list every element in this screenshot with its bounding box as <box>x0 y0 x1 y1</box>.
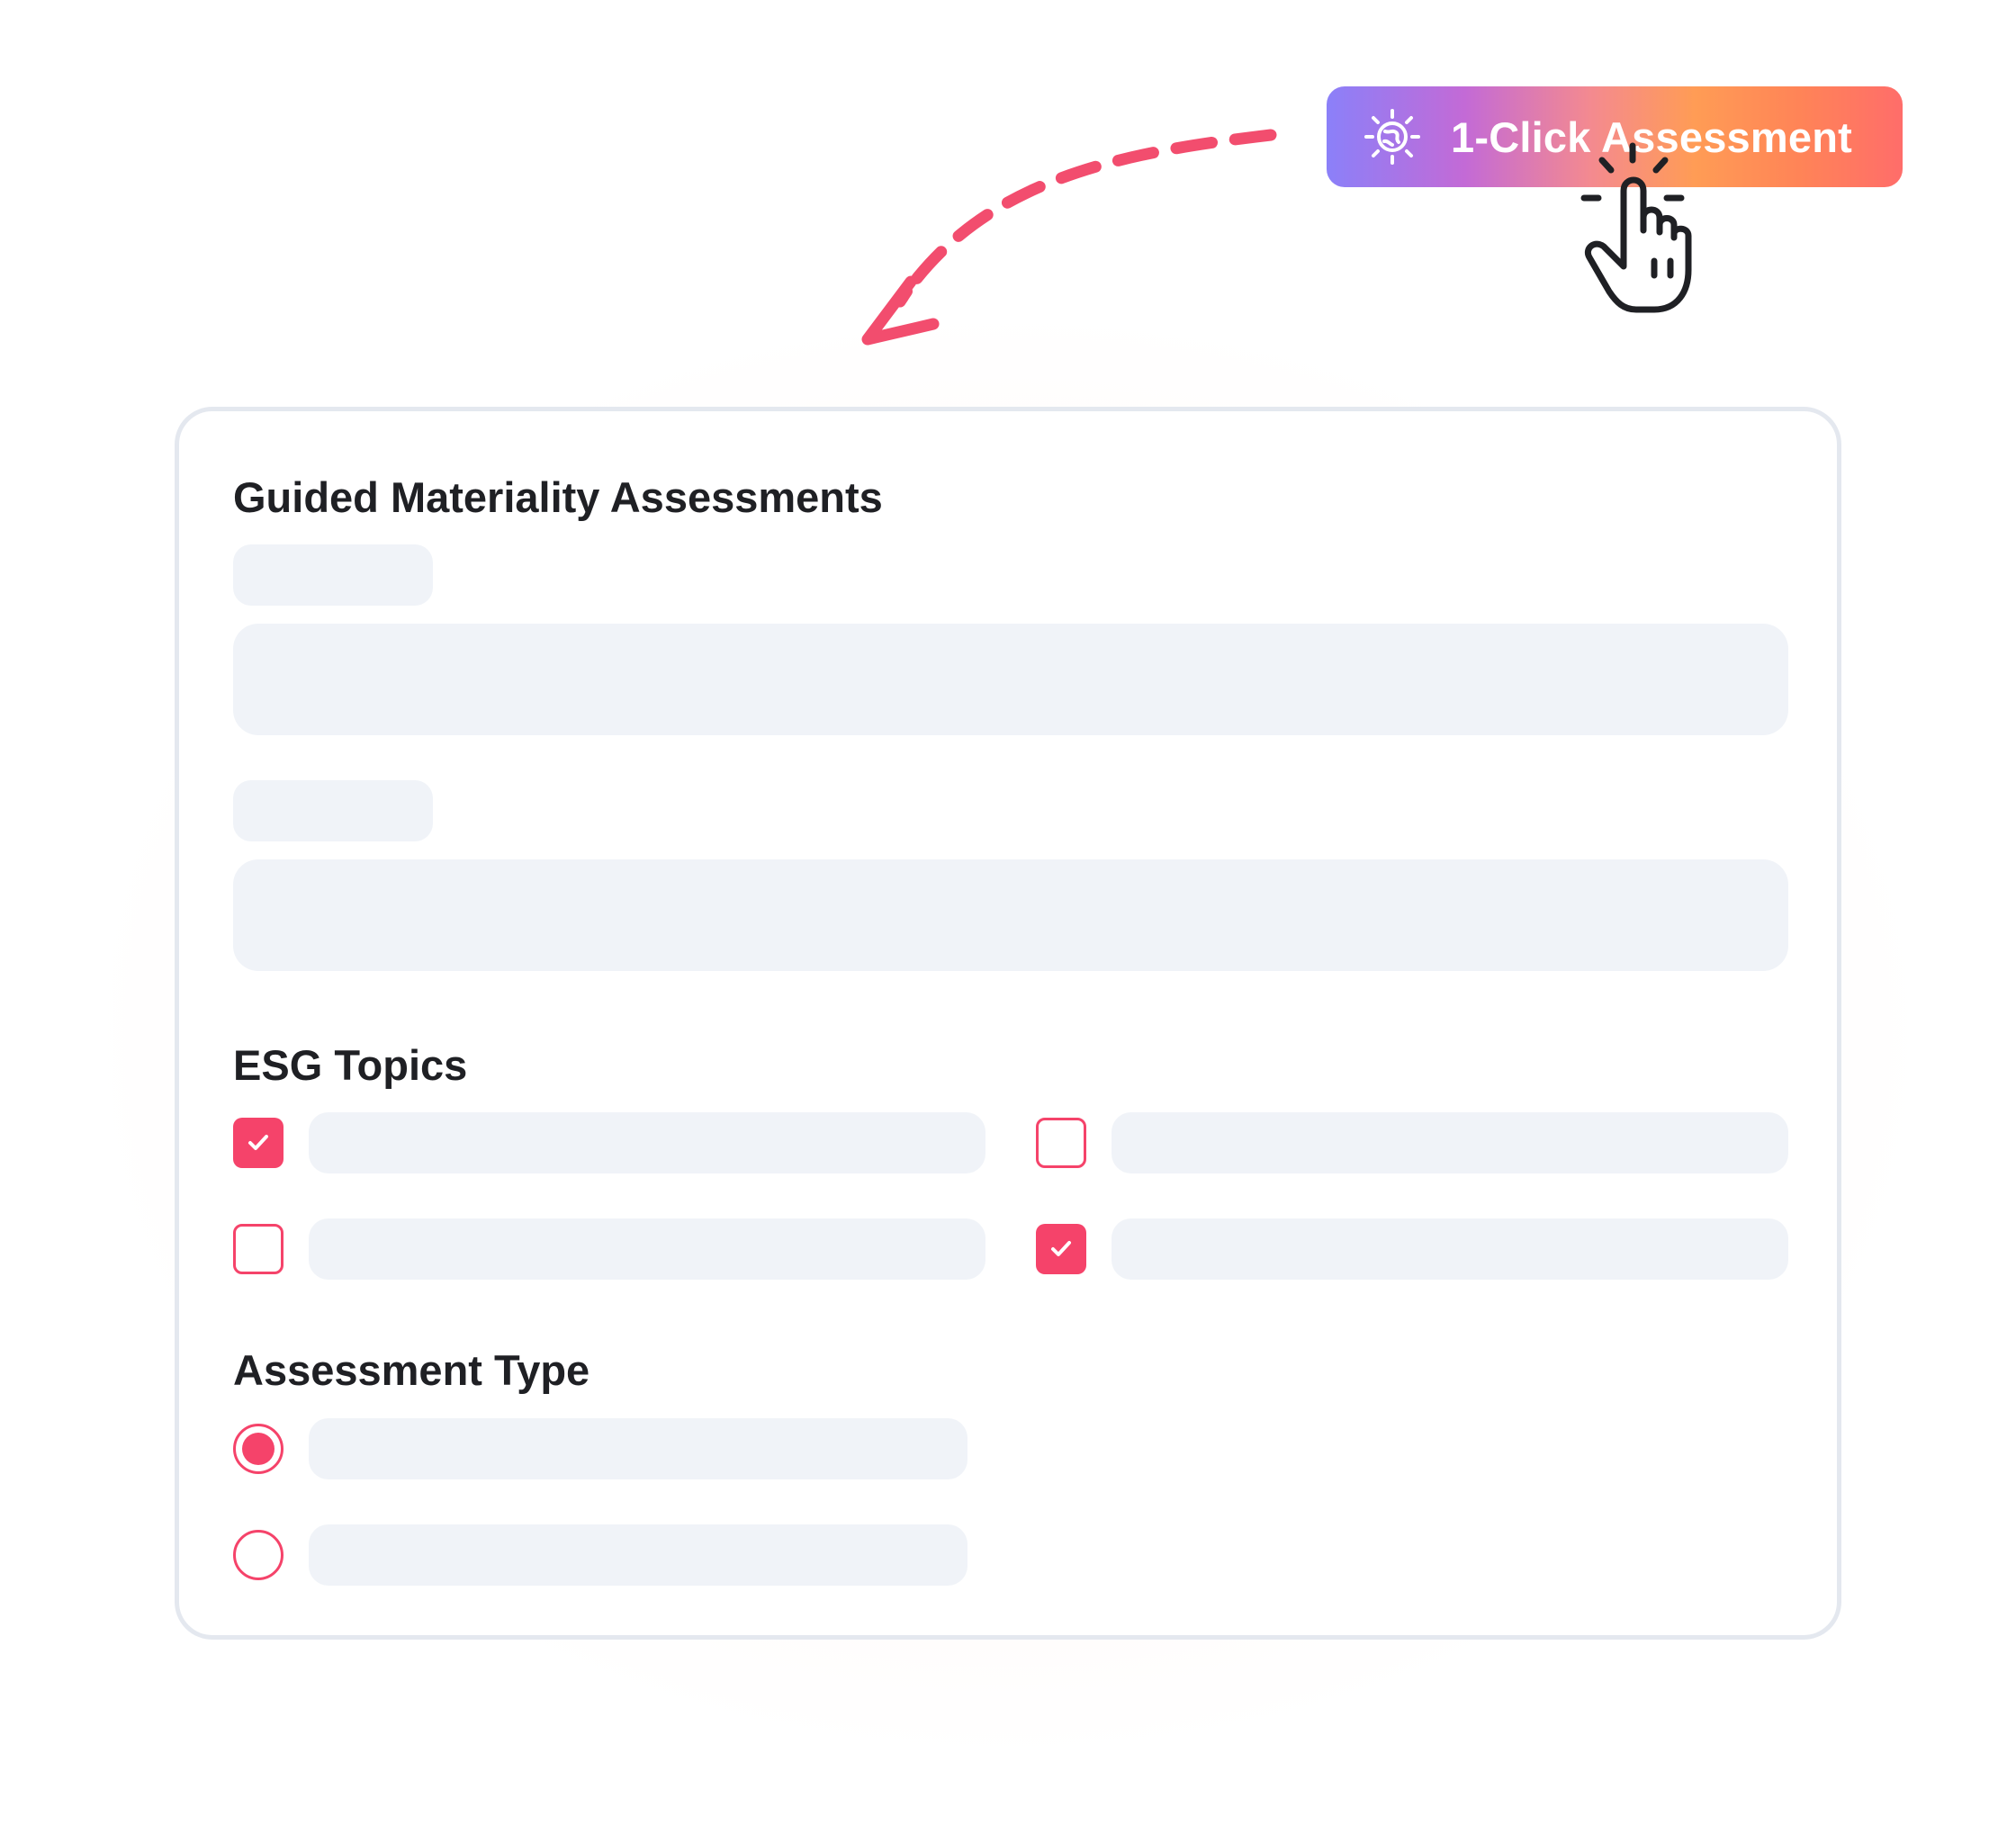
sparkle-globe-icon <box>1364 109 1420 165</box>
field-label-placeholder <box>233 544 433 606</box>
esg-topic-label-placeholder <box>309 1112 986 1173</box>
assessment-type-label-placeholder <box>309 1524 968 1586</box>
checkmark-icon <box>248 1135 268 1150</box>
esg-topic-label-placeholder <box>1112 1218 1788 1280</box>
esg-topic-label-placeholder <box>1112 1112 1788 1173</box>
field-label-placeholder <box>233 780 433 841</box>
text-field-placeholder[interactable] <box>233 859 1788 971</box>
esg-topic-checkbox[interactable] <box>1036 1118 1086 1168</box>
esg-topics-heading: ESG Topics <box>233 1041 468 1089</box>
esg-topic-checkbox[interactable] <box>233 1118 284 1168</box>
esg-topic-label-placeholder <box>309 1218 986 1280</box>
checkmark-icon <box>1051 1241 1071 1256</box>
guided-assessment-form: Guided Materiality Assessments ESG Topic… <box>175 407 1841 1640</box>
assessment-type-label-placeholder <box>309 1418 968 1479</box>
one-click-assessment-button[interactable]: 1-Click Assessment <box>1327 86 1903 187</box>
assessment-type-heading: Assessment Type <box>233 1346 590 1394</box>
one-click-assessment-label: 1-Click Assessment <box>1451 112 1852 161</box>
assessment-type-radio[interactable] <box>233 1530 284 1580</box>
arrow-head <box>861 275 940 346</box>
assessment-type-radio[interactable] <box>233 1424 284 1474</box>
text-field-placeholder[interactable] <box>233 624 1788 735</box>
form-title: Guided Materiality Assessments <box>233 473 883 521</box>
esg-topic-checkbox[interactable] <box>1036 1224 1086 1274</box>
radio-selected-dot <box>242 1433 274 1465</box>
esg-topic-checkbox[interactable] <box>233 1224 284 1274</box>
